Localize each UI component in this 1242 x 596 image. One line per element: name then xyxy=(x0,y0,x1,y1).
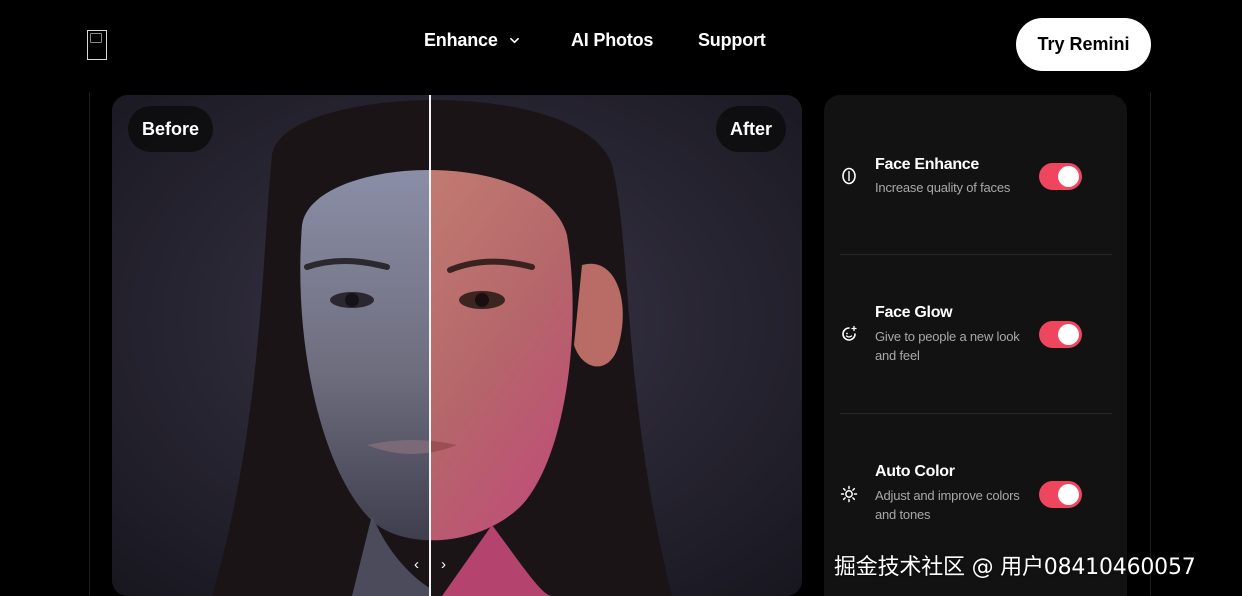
chevron-left-icon: ‹ xyxy=(414,555,419,573)
before-label: Before xyxy=(128,106,214,152)
chevron-right-icon: › xyxy=(441,555,446,573)
portrait-image xyxy=(112,95,802,596)
comparison-divider-line[interactable] xyxy=(429,95,431,596)
face-glow-toggle[interactable] xyxy=(1039,321,1082,348)
site-header: Enhance AI Photos Support Try Remini xyxy=(0,0,1242,88)
nav-ai-photos[interactable]: AI Photos xyxy=(571,30,653,51)
toggle-knob xyxy=(1058,484,1079,505)
face-enhance-toggle[interactable] xyxy=(1039,163,1082,190)
frame-divider-left xyxy=(89,92,90,596)
toggle-knob xyxy=(1058,324,1079,345)
setting-title-auto-color: Auto Color xyxy=(875,463,955,480)
watermark-text: 掘金技术社区 @ 用户08410460057 xyxy=(834,555,1196,580)
chevron-down-icon[interactable] xyxy=(510,36,519,45)
nav-enhance[interactable]: Enhance xyxy=(424,30,498,51)
after-label: After xyxy=(715,106,786,152)
setting-title-face-glow: Face Glow xyxy=(875,304,953,321)
face-glow-icon xyxy=(842,325,857,341)
setting-desc-face-enhance: Increase quality of faces xyxy=(875,180,1011,195)
auto-color-toggle[interactable] xyxy=(1039,481,1082,508)
try-remini-button[interactable]: Try Remini xyxy=(1016,18,1151,71)
frame-divider-right xyxy=(1150,92,1151,596)
setting-desc-auto-color: Adjust and improve colors and tones xyxy=(875,488,1020,522)
face-icon xyxy=(842,167,856,185)
setting-title-face-enhance: Face Enhance xyxy=(875,156,980,173)
settings-divider xyxy=(840,413,1112,414)
settings-divider xyxy=(840,254,1112,255)
sun-icon xyxy=(840,485,858,503)
nav-support[interactable]: Support xyxy=(698,30,766,51)
enhance-settings-panel: Face Enhance Increase quality of faces F… xyxy=(824,95,1127,596)
toggle-knob xyxy=(1058,166,1079,187)
setting-desc-face-glow: Give to people a new look and feel xyxy=(875,329,1020,363)
comparison-slider-handle[interactable]: ‹ › xyxy=(414,553,446,575)
before-after-comparison[interactable]: Before After ‹ › xyxy=(112,95,802,596)
